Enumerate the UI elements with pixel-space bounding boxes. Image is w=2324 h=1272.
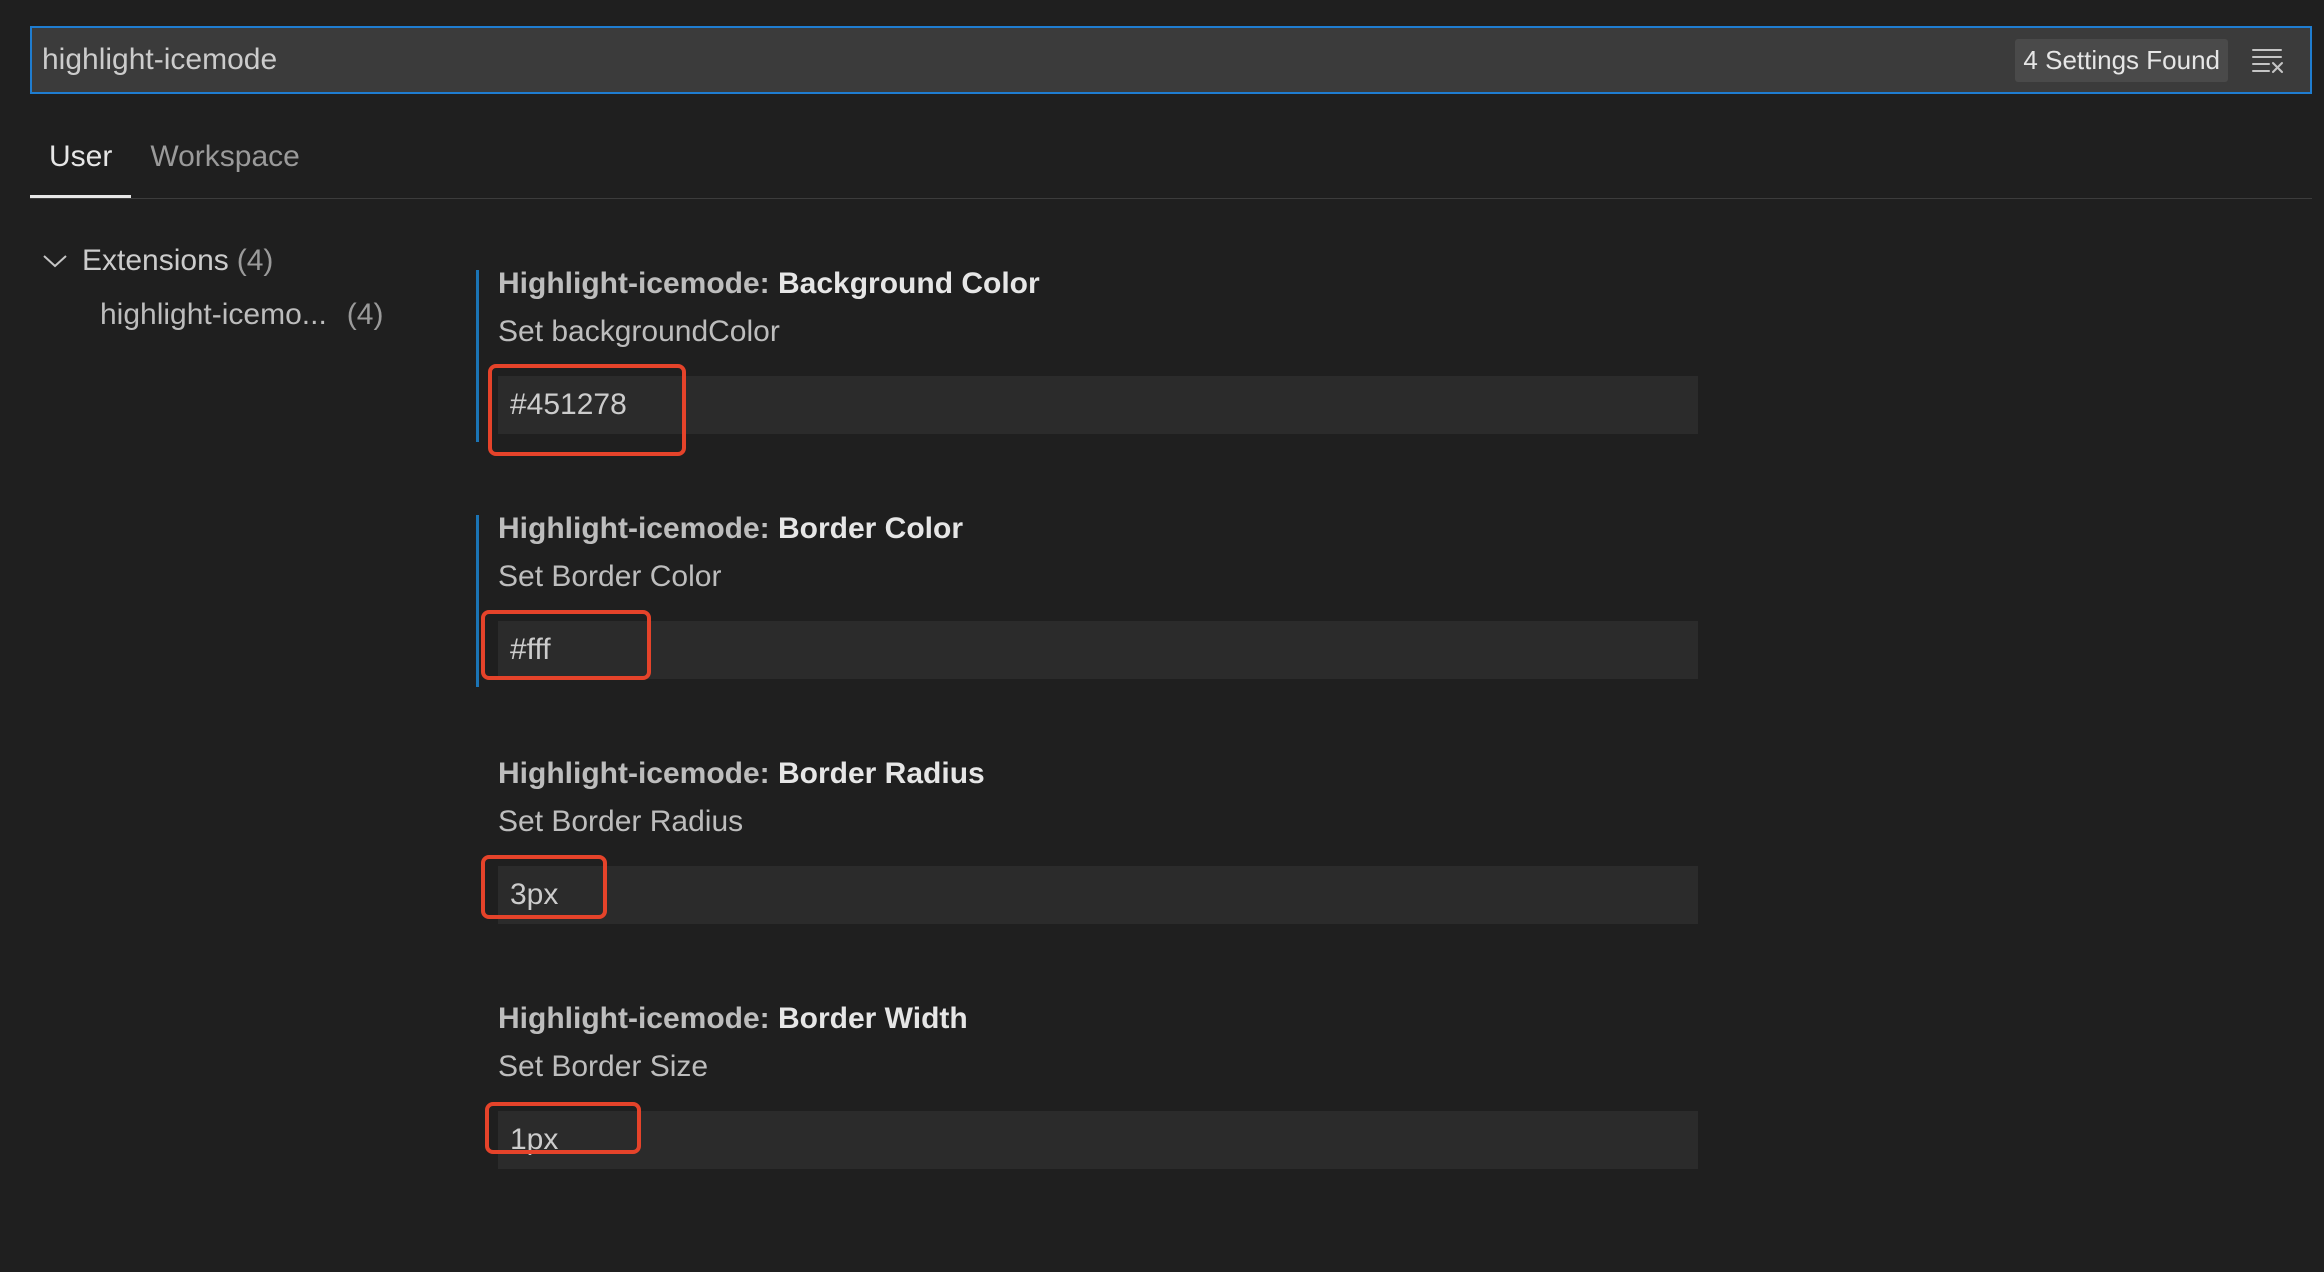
border-color-input[interactable] xyxy=(498,621,1698,679)
setting-name: Background Color xyxy=(778,267,1040,300)
toc-group-extensions[interactable]: Extensions (4) xyxy=(40,238,420,284)
settings-search-input[interactable] xyxy=(32,28,2016,92)
background-color-input[interactable] xyxy=(498,376,1698,434)
settings-list: Highlight-icemode: Background Color Set … xyxy=(476,264,1716,1244)
setting-description: Set Border Radius xyxy=(498,805,744,838)
toc-item-count: (4) xyxy=(346,298,384,331)
toc-item-highlight-icemode[interactable]: highlight-icemo... (4) xyxy=(40,292,420,338)
border-width-input[interactable] xyxy=(498,1111,1698,1169)
settings-search-bar: 4 Settings Found xyxy=(30,26,2312,94)
settings-count-badge: 4 Settings Found xyxy=(2015,38,2228,82)
setting-name: Border Color xyxy=(778,512,964,545)
border-radius-input[interactable] xyxy=(498,866,1698,924)
toc-item-label: highlight-icemo... xyxy=(100,298,327,331)
setting-description: Set backgroundColor xyxy=(498,315,780,348)
setting-name: Border Radius xyxy=(778,757,985,790)
setting-border-color: Highlight-icemode: Border Color Set Bord… xyxy=(476,509,1716,754)
tab-user[interactable]: User xyxy=(30,130,132,198)
modified-indicator xyxy=(476,515,479,687)
setting-category: Highlight-icemode: xyxy=(498,267,778,300)
settings-scope-tabs: User Workspace xyxy=(30,130,2312,199)
setting-description: Set Border Color xyxy=(498,560,722,593)
modified-indicator xyxy=(476,270,479,442)
setting-description: Set Border Size xyxy=(498,1050,709,1083)
setting-category: Highlight-icemode: xyxy=(498,1002,778,1035)
clear-filter-icon[interactable] xyxy=(2248,40,2288,80)
setting-title: Highlight-icemode: Background Color xyxy=(498,264,1040,304)
setting-border-width: Highlight-icemode: Border Width Set Bord… xyxy=(476,999,1716,1244)
toc-group-label: Extensions xyxy=(82,244,229,277)
setting-title: Highlight-icemode: Border Width xyxy=(498,999,968,1039)
setting-title: Highlight-icemode: Border Radius xyxy=(498,754,985,794)
setting-title: Highlight-icemode: Border Color xyxy=(498,509,963,549)
chevron-down-icon xyxy=(40,246,70,276)
setting-category: Highlight-icemode: xyxy=(498,757,778,790)
setting-name: Border Width xyxy=(778,1002,968,1035)
toc-group-count: (4) xyxy=(236,244,274,277)
setting-background-color: Highlight-icemode: Background Color Set … xyxy=(476,264,1716,509)
tab-workspace[interactable]: Workspace xyxy=(131,130,319,188)
setting-category: Highlight-icemode: xyxy=(498,512,778,545)
setting-border-radius: Highlight-icemode: Border Radius Set Bor… xyxy=(476,754,1716,999)
settings-toc: Extensions (4) highlight-icemo... (4) xyxy=(40,238,420,338)
settings-editor: 4 Settings Found User Workspace xyxy=(0,0,2324,1272)
